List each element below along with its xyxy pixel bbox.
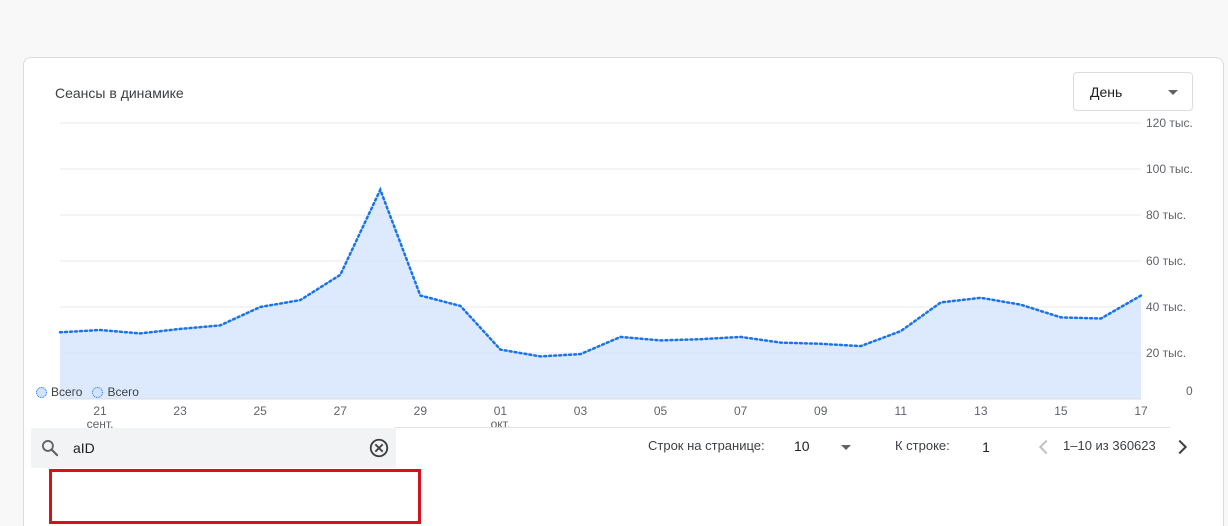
goto-row-input[interactable] xyxy=(966,430,1006,464)
legend-marker xyxy=(36,386,47,398)
x-tick-label: 09 xyxy=(814,404,828,418)
y-tick-label: 0 xyxy=(1186,384,1193,398)
legend-item-total[interactable]: Всего xyxy=(36,385,82,399)
search-input[interactable] xyxy=(73,436,353,460)
x-tick-label: 29 xyxy=(414,404,428,418)
legend-label: Всего xyxy=(51,385,83,399)
rows-per-page-value: 10 xyxy=(794,438,810,454)
y-tick-label: 20 тыс. xyxy=(1146,346,1186,360)
y-tick-label: 60 тыс. xyxy=(1146,254,1186,268)
x-tick-label: 23 xyxy=(173,404,187,418)
table-divider xyxy=(395,427,1170,428)
chevron-right-icon[interactable] xyxy=(1171,436,1193,458)
x-tick-label: 15 xyxy=(1054,404,1068,418)
series-area xyxy=(60,189,1141,399)
clear-circle-icon[interactable] xyxy=(368,437,390,459)
legend-marker xyxy=(92,386,104,398)
y-tick-label: 80 тыс. xyxy=(1146,208,1186,222)
x-tick-label: 03 xyxy=(574,404,588,418)
sessions-chart: 0 20 тыс. 40 тыс. 60 тыс. 80 тыс. 100 тыс. 120… xyxy=(58,116,1193,431)
search-icon xyxy=(42,440,59,457)
x-tick-label: 07 xyxy=(734,404,748,418)
legend-item-total[interactable]: Всего xyxy=(92,385,139,399)
x-tick-label: 13 xyxy=(974,404,988,418)
y-tick-label: 40 тыс. xyxy=(1146,300,1186,314)
x-tick-label: 05 xyxy=(654,404,668,418)
pagination-range: 1–10 из 360623 xyxy=(1063,438,1156,453)
goto-row-label: К строке: xyxy=(895,438,950,453)
y-tick-label: 100 тыс. xyxy=(1146,162,1193,176)
rows-per-page-label: Строк на странице: xyxy=(648,438,765,453)
rows-per-page-select[interactable]: 10 xyxy=(792,430,882,464)
x-tick-label: 27 xyxy=(334,404,348,418)
chart-legend: Всего Всего xyxy=(36,385,139,399)
x-tick-label: 11 xyxy=(895,404,908,418)
caret-down-icon xyxy=(841,445,851,450)
legend-label: Всего xyxy=(107,385,139,399)
x-tick-label: 25 xyxy=(254,404,268,418)
highlight-annotation-box xyxy=(49,469,421,524)
x-tick-label: 01 xyxy=(494,404,508,418)
x-tick-label: 17 xyxy=(1134,404,1148,418)
x-tick-sublabel: окт. xyxy=(491,417,511,431)
y-tick-label: 120 тыс. xyxy=(1146,116,1193,130)
search-box xyxy=(31,428,396,468)
chevron-left-icon[interactable] xyxy=(1033,436,1055,458)
x-tick-label: 21 xyxy=(93,404,107,418)
